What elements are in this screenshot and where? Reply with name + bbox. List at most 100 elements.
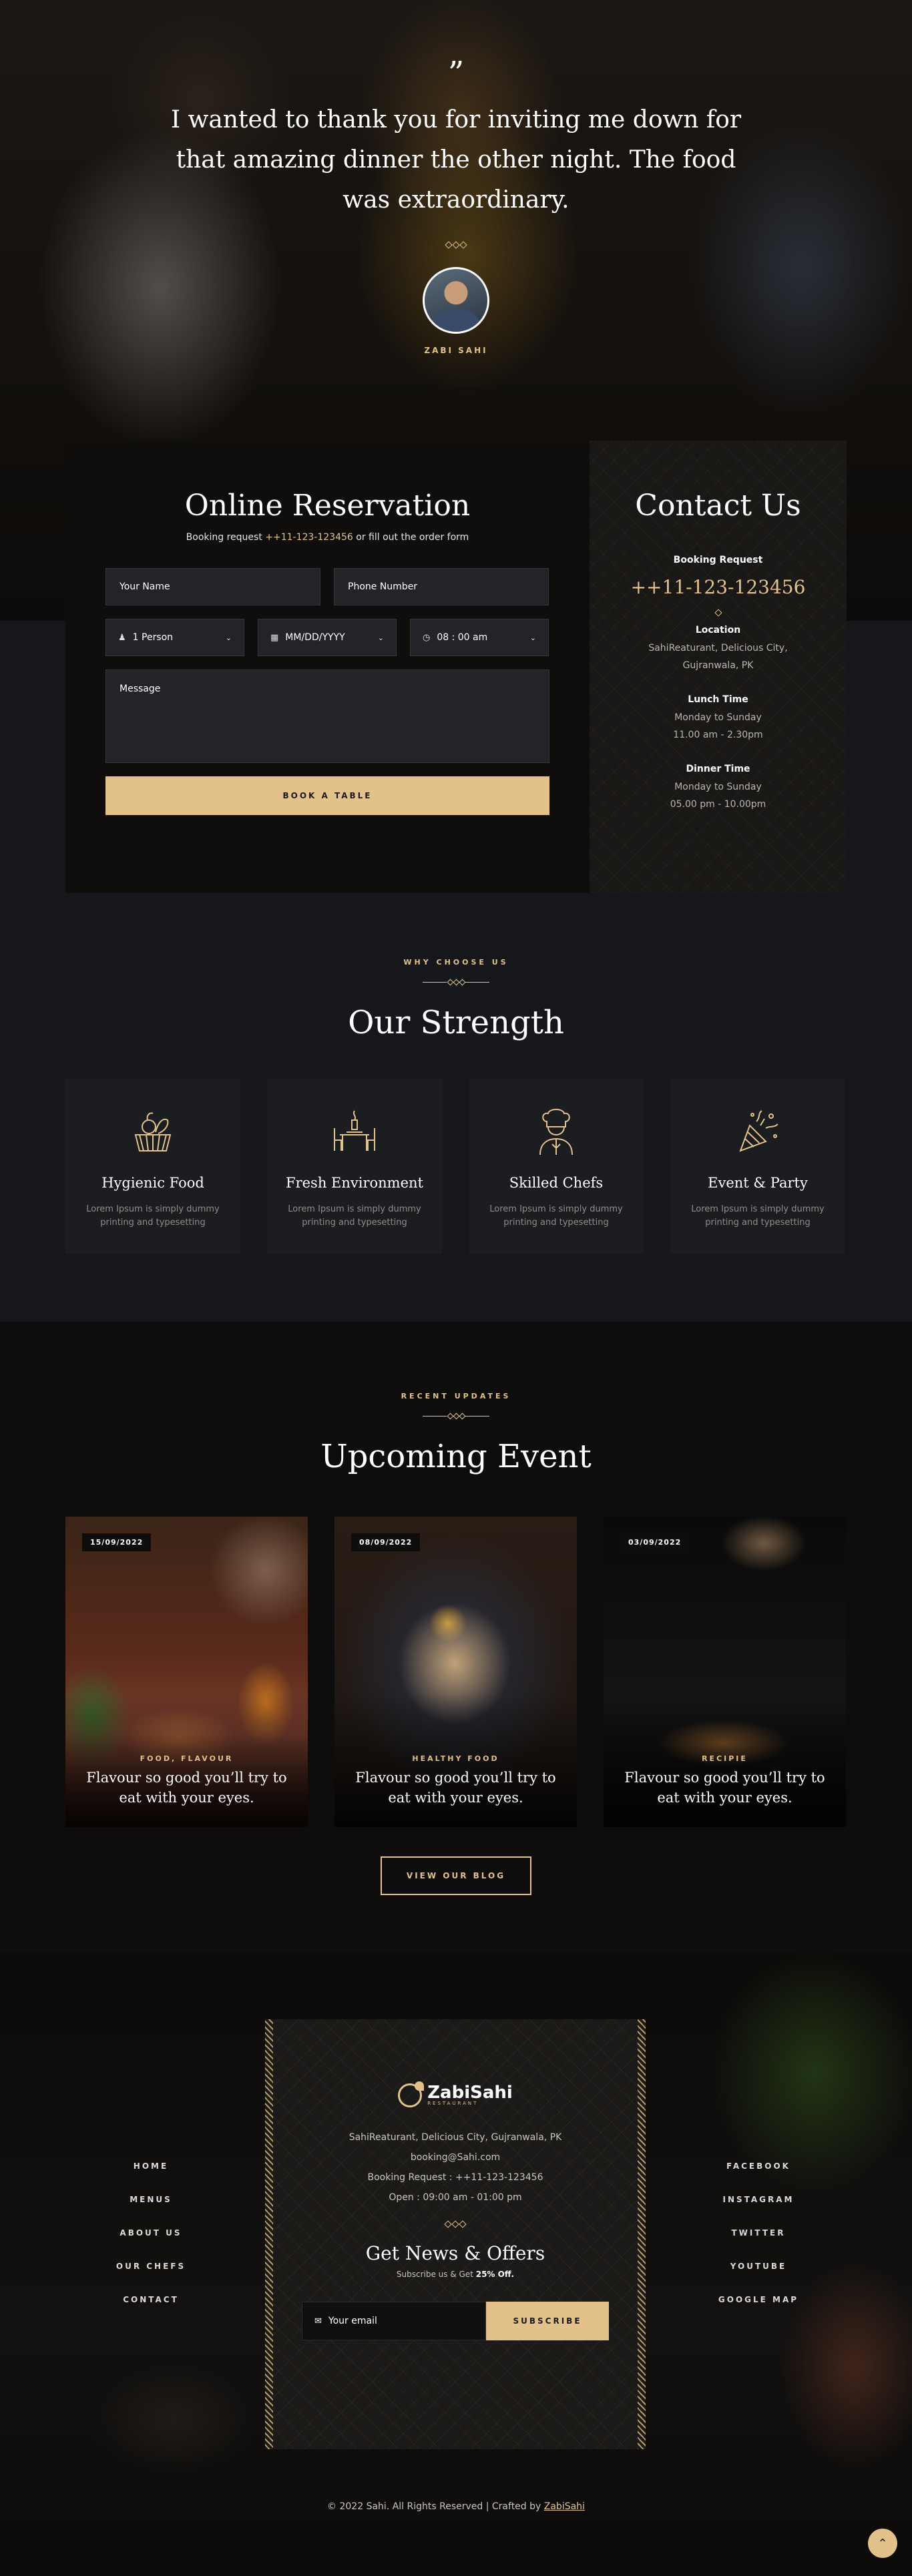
lunch-text: Monday to Sunday 11.00 am - 2.30pm — [590, 709, 847, 744]
ornament-diamonds-icon — [444, 2220, 467, 2228]
time-select[interactable]: ◷ 08 : 00 am ⌄ — [410, 619, 549, 656]
logo-icon — [398, 2081, 425, 2107]
footer-link-home[interactable]: HOME — [84, 2159, 218, 2193]
mail-icon: ✉ — [314, 2316, 322, 2326]
footer-link-menus[interactable]: MENUS — [84, 2193, 218, 2226]
event-card[interactable]: 15/09/2022 FOOD, FLAVOUR Flavour so good… — [65, 1517, 308, 1827]
dinner-days: Monday to Sunday — [674, 782, 762, 792]
location-text: SahiReaturant, Delicious City, Gujranwala… — [590, 639, 847, 674]
event-date: 08/09/2022 — [351, 1533, 421, 1551]
contact-phone[interactable]: ++11-123-123456 — [590, 576, 847, 598]
vegetable-basket-icon — [134, 1112, 172, 1151]
dinner-hours: 05.00 pm - 10.00pm — [670, 799, 766, 810]
chevron-down-icon: ⌄ — [377, 633, 384, 642]
clock-icon: ◷ — [423, 633, 431, 643]
footer-link-our-chefs[interactable]: OUR CHEFS — [84, 2260, 218, 2293]
date-select[interactable]: ▦ MM/DD/YYYY ⌄ — [258, 619, 397, 656]
footer-link-about-us[interactable]: ABOUT US — [84, 2226, 218, 2260]
contact-panel: Contact Us Booking Request ++11-123-1234… — [590, 441, 847, 893]
chevron-up-icon: ⌃ — [877, 2536, 888, 2551]
footer-link-google-map[interactable]: GOOGLE MAP — [692, 2293, 825, 2326]
reservation-title: Online Reservation — [184, 489, 471, 523]
footer-email[interactable]: booking@Sahi.com — [273, 2147, 638, 2167]
author-link[interactable]: ZabiSahi — [544, 2501, 585, 2512]
card-title: Skilled Chefs — [509, 1175, 604, 1191]
email-placeholder: Your email — [328, 2316, 377, 2326]
quote-icon: ” — [447, 55, 465, 92]
contact-title: Contact Us — [635, 489, 801, 523]
dinner-text: Monday to Sunday 05.00 pm - 10.00pm — [590, 778, 847, 813]
subtitle-text: Booking request — [186, 532, 266, 543]
subtitle-text-end: or fill out the order form — [353, 532, 469, 543]
strength-card: Fresh Environment Lorem Ipsum is simply … — [267, 1079, 442, 1254]
card-description: Lorem Ipsum is simply dummy printing and… — [691, 1204, 825, 1228]
card-title: Event & Party — [708, 1175, 808, 1191]
booking-phone-link[interactable]: ++11-123-123456 — [265, 532, 353, 543]
footer-link-youtube[interactable]: YOUTUBE — [692, 2260, 825, 2293]
location-label: Location — [695, 625, 741, 635]
card-title: Hygienic Food — [101, 1175, 204, 1191]
name-input[interactable]: Your Name — [105, 568, 320, 605]
scroll-to-top-button[interactable]: ⌃ — [868, 2529, 897, 2558]
testimonial-quote: I wanted to thank you for inviting me do… — [170, 106, 742, 214]
footer-booking: Booking Request : ++11-123-123456 — [367, 2172, 543, 2183]
divider-ornament-icon — [423, 1412, 489, 1421]
ornament-diamonds-icon — [445, 241, 467, 249]
footer-link-twitter[interactable]: TWITTER — [692, 2226, 825, 2260]
events-eyebrow: RECENT UPDATES — [401, 1392, 511, 1400]
chevron-down-icon: ⌄ — [529, 633, 536, 642]
reservation-subtitle: Booking request ++11-123-123456 or fill … — [105, 532, 549, 543]
event-card[interactable]: 03/09/2022 RECIPIE Flavour so good you’l… — [604, 1517, 846, 1827]
footer-link-contact[interactable]: CONTACT — [84, 2293, 218, 2326]
footer-link-instagram[interactable]: INSTAGRAM — [692, 2193, 825, 2226]
location-line: SahiReaturant, Delicious City, — [648, 643, 788, 654]
newsletter-subtitle: Subscribe us & Get 25% Off. — [273, 2270, 638, 2279]
reservation-form: Your Name Phone Number ♟ 1 Person ⌄ ▦ MM/D… — [105, 568, 549, 815]
strength-card: Event & Party Lorem Ipsum is simply dumm… — [670, 1079, 845, 1254]
event-category: FOOD, FLAVOUR — [140, 1754, 234, 1763]
events-title: Upcoming Event — [320, 1438, 592, 1475]
newsletter-discount: 25% Off. — [475, 2270, 515, 2279]
subscribe-button[interactable]: SUBSCRIBE — [486, 2302, 609, 2340]
testimonial-avatar — [423, 267, 489, 334]
newsletter-email-input[interactable]: ✉ Your email — [302, 2302, 486, 2340]
view-blog-button[interactable]: VIEW OUR BLOG — [381, 1856, 531, 1895]
strength-card: Hygienic Food Lorem Ipsum is simply dumm… — [65, 1079, 240, 1254]
strength-section: WHY CHOOSE US Our Strength Hygienic Food… — [0, 958, 912, 1254]
footer-address: SahiReaturant, Delicious City, Gujranwal… — [349, 2132, 562, 2143]
card-description: Lorem Ipsum is simply dummy printing and… — [489, 1204, 623, 1228]
footer-link-facebook[interactable]: FACEBOOK — [692, 2159, 825, 2193]
chef-icon — [539, 1109, 573, 1155]
reservation-form-panel: Online Reservation Booking request ++11-… — [65, 441, 590, 893]
footer-info-box: ZabiSahi RESTAURANT SahiReaturant, Delici… — [265, 2019, 646, 2449]
diamond-ornament-icon — [714, 609, 722, 617]
strength-title: Our Strength — [348, 1004, 564, 1041]
persons-select[interactable]: ♟ 1 Person ⌄ — [105, 619, 244, 656]
event-category: HEALTHY FOOD — [412, 1754, 499, 1763]
persons-value: 1 Person — [132, 632, 174, 643]
dining-table-icon — [334, 1110, 375, 1151]
person-icon: ♟ — [118, 633, 126, 643]
footer-left-nav: HOME MENUS ABOUT US OUR CHEFS CONTACT — [84, 2159, 218, 2326]
event-title[interactable]: Flavour so good you’ll try to eat with y… — [624, 1768, 826, 1808]
events-section: RECENT UPDATES Upcoming Event 15/09/2022… — [0, 1322, 912, 1953]
dinner-label: Dinner Time — [686, 764, 750, 774]
footer: HOME MENUS ABOUT US OUR CHEFS CONTACT Za… — [0, 1953, 912, 2576]
card-title: Fresh Environment — [286, 1175, 423, 1191]
message-textarea[interactable]: Message — [105, 670, 549, 763]
event-title[interactable]: Flavour so good you’ll try to eat with y… — [355, 1768, 557, 1808]
event-title[interactable]: Flavour so good you’ll try to eat with y… — [85, 1768, 288, 1808]
event-category: RECIPIE — [702, 1754, 748, 1763]
divider-ornament-icon — [423, 979, 489, 987]
phone-input[interactable]: Phone Number — [334, 568, 549, 605]
copyright: © 2022 Sahi. All Rights Reserved | Craft… — [0, 2501, 912, 2512]
party-popper-icon — [739, 1110, 778, 1152]
book-table-button[interactable]: BOOK A TABLE — [105, 776, 549, 815]
footer-logo[interactable]: ZabiSahi RESTAURANT — [273, 2081, 638, 2107]
card-description: Lorem Ipsum is simply dummy printing and… — [288, 1204, 421, 1228]
lunch-days: Monday to Sunday — [674, 712, 762, 723]
testimonial-author: ZABI SAHI — [424, 346, 488, 355]
event-date: 03/09/2022 — [620, 1533, 690, 1551]
phone-placeholder: Phone Number — [348, 581, 418, 592]
event-card[interactable]: 08/09/2022 HEALTHY FOOD Flavour so good … — [334, 1517, 577, 1827]
